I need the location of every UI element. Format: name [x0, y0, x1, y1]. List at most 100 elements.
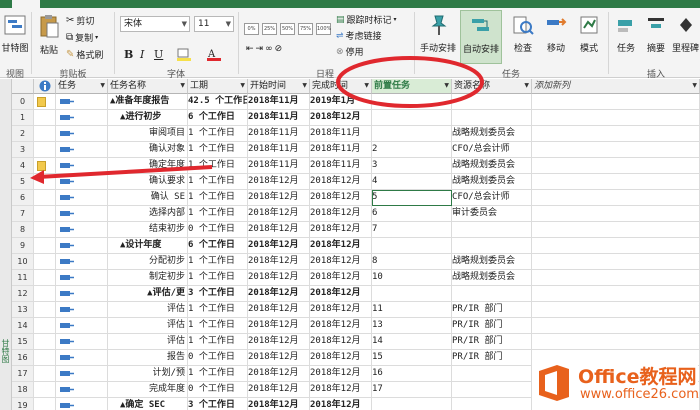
- finish-cell[interactable]: 2018年12月: [310, 302, 372, 318]
- start-cell[interactable]: 2018年11月: [248, 94, 310, 110]
- task-mode-cell[interactable]: [56, 270, 108, 286]
- indicator-cell[interactable]: [34, 382, 56, 398]
- table-row[interactable]: 10 分配初步 1 个工作日 2018年12月 2018年12月 8 战略规划委员会: [12, 254, 700, 270]
- row-number[interactable]: 9: [12, 238, 34, 254]
- chevron-down-icon[interactable]: ▼: [524, 79, 529, 93]
- start-cell[interactable]: 2018年12月: [248, 366, 310, 382]
- bold-button[interactable]: B: [124, 48, 133, 61]
- chevron-down-icon[interactable]: ▼: [302, 79, 307, 93]
- resource-names-cell[interactable]: [452, 286, 532, 302]
- font-size-select[interactable]: 11 ▼: [194, 16, 234, 32]
- task-mode-cell[interactable]: [56, 142, 108, 158]
- row-number[interactable]: 11: [12, 270, 34, 286]
- duration-cell[interactable]: 1 个工作日: [188, 206, 248, 222]
- underline-button[interactable]: U: [154, 48, 163, 61]
- start-cell[interactable]: 2018年12月: [248, 270, 310, 286]
- duration-cell[interactable]: 1 个工作日: [188, 318, 248, 334]
- auto-schedule-button[interactable]: 自动安排: [460, 10, 502, 64]
- task-mode-cell[interactable]: [56, 126, 108, 142]
- resource-names-cell[interactable]: [452, 238, 532, 254]
- task-name-cell[interactable]: 报告: [108, 350, 188, 366]
- insert-task-button[interactable]: 任务: [612, 14, 640, 54]
- start-cell[interactable]: 2018年12月: [248, 254, 310, 270]
- finish-cell[interactable]: 2018年11月: [310, 126, 372, 142]
- predecessors-cell[interactable]: 10: [372, 270, 452, 286]
- finish-cell[interactable]: 2018年12月: [310, 366, 372, 382]
- duration-cell[interactable]: 6 个工作日: [188, 238, 248, 254]
- task-name-cell[interactable]: 确认 SE: [108, 190, 188, 206]
- task-mode-cell[interactable]: [56, 334, 108, 350]
- indicator-cell[interactable]: [34, 190, 56, 206]
- inspect-button[interactable]: 检查: [508, 14, 538, 54]
- table-row[interactable]: 3 确认对象 1 个工作日 2018年11月 2018年11月 2 CFO/总会计师: [12, 142, 700, 158]
- table-row[interactable]: 7 选择内部 1 个工作日 2018年12月 2018年12月 6 审计委员会: [12, 206, 700, 222]
- row-number[interactable]: 5: [12, 174, 34, 190]
- indicator-cell[interactable]: [34, 302, 56, 318]
- start-cell[interactable]: 2018年11月: [248, 142, 310, 158]
- empty-new-column-cell[interactable]: [532, 142, 700, 158]
- start-cell[interactable]: 2018年12月: [248, 302, 310, 318]
- indicator-cell[interactable]: [34, 334, 56, 350]
- task-name-cell[interactable]: 确认要求: [108, 174, 188, 190]
- row-number[interactable]: 10: [12, 254, 34, 270]
- finish-cell[interactable]: 2018年12月: [310, 350, 372, 366]
- indicator-cell[interactable]: [34, 350, 56, 366]
- start-cell[interactable]: 2018年12月: [248, 350, 310, 366]
- duration-cell[interactable]: 1 个工作日: [188, 334, 248, 350]
- task-mode-cell[interactable]: [56, 318, 108, 334]
- table-row[interactable]: 11 制定初步 1 个工作日 2018年12月 2018年12月 10 战略规划委员会: [12, 270, 700, 286]
- table-row[interactable]: 14 评估 1 个工作日 2018年12月 2018年12月 13 PR/IR 部门: [12, 318, 700, 334]
- row-number[interactable]: 0: [12, 94, 34, 110]
- empty-new-column-cell[interactable]: [532, 254, 700, 270]
- indent-buttons[interactable]: ⇤ ⇥ ∞ ⊘: [246, 44, 282, 54]
- finish-cell[interactable]: 2018年12月: [310, 382, 372, 398]
- row-number[interactable]: 14: [12, 318, 34, 334]
- resource-names-cell[interactable]: [452, 366, 532, 382]
- indicator-cell[interactable]: [34, 270, 56, 286]
- predecessors-column-header[interactable]: 前置任务 ▼: [372, 79, 452, 94]
- finish-cell[interactable]: 2018年12月: [310, 222, 372, 238]
- predecessors-cell[interactable]: 4: [372, 174, 452, 190]
- finish-cell[interactable]: 2018年11月: [310, 142, 372, 158]
- resource-names-cell[interactable]: 战略规划委员会: [452, 254, 532, 270]
- task-name-cell[interactable]: ▲评估/更: [108, 286, 188, 302]
- task-name-cell[interactable]: ▲准备年度报告: [108, 94, 188, 110]
- task-mode-cell[interactable]: [56, 174, 108, 190]
- task-mode-cell[interactable]: [56, 222, 108, 238]
- start-cell[interactable]: 2018年12月: [248, 286, 310, 302]
- empty-new-column-cell[interactable]: [532, 174, 700, 190]
- task-name-cell[interactable]: 完成年度: [108, 382, 188, 398]
- predecessors-cell[interactable]: 3: [372, 158, 452, 174]
- indicator-cell[interactable]: [34, 366, 56, 382]
- finish-cell[interactable]: 2018年12月: [310, 398, 372, 410]
- insert-milestone-button[interactable]: 里程碑: [671, 14, 700, 54]
- duration-cell[interactable]: 0 个工作日: [188, 382, 248, 398]
- finish-column-header[interactable]: 完成时间 ▼: [310, 79, 372, 94]
- paste-button[interactable]: 粘贴: [35, 14, 63, 56]
- finish-cell[interactable]: 2018年12月: [310, 238, 372, 254]
- indicator-cell[interactable]: [34, 318, 56, 334]
- finish-cell[interactable]: 2018年12月: [310, 334, 372, 350]
- task-mode-cell[interactable]: [56, 382, 108, 398]
- task-name-cell[interactable]: 计划/预: [108, 366, 188, 382]
- indicator-cell[interactable]: [34, 206, 56, 222]
- resource-names-cell[interactable]: [452, 398, 532, 410]
- resource-names-cell[interactable]: [452, 382, 532, 398]
- finish-cell[interactable]: 2018年12月: [310, 254, 372, 270]
- percent-complete-0-button[interactable]: 0%: [244, 23, 259, 35]
- task-name-cell[interactable]: ▲确定 SEC: [108, 398, 188, 410]
- resource-names-cell[interactable]: PR/IR 部门: [452, 334, 532, 350]
- row-number[interactable]: 15: [12, 334, 34, 350]
- indicator-cell[interactable]: [34, 222, 56, 238]
- manual-schedule-button[interactable]: 手动安排: [418, 14, 458, 54]
- table-row[interactable]: 13 评估 1 个工作日 2018年12月 2018年12月 11 PR/IR 部门: [12, 302, 700, 318]
- highlight-color-button[interactable]: [176, 48, 194, 61]
- empty-new-column-cell[interactable]: [532, 158, 700, 174]
- start-column-header[interactable]: 开始时间 ▼: [248, 79, 310, 94]
- task-mode-cell[interactable]: [56, 398, 108, 410]
- indicator-cell[interactable]: [34, 94, 56, 110]
- duration-cell[interactable]: 1 个工作日: [188, 366, 248, 382]
- predecessors-cell[interactable]: [372, 110, 452, 126]
- table-row[interactable]: 1 ▲进行初步 6 个工作日 2018年11月 2018年12月: [12, 110, 700, 126]
- predecessors-cell[interactable]: 14: [372, 334, 452, 350]
